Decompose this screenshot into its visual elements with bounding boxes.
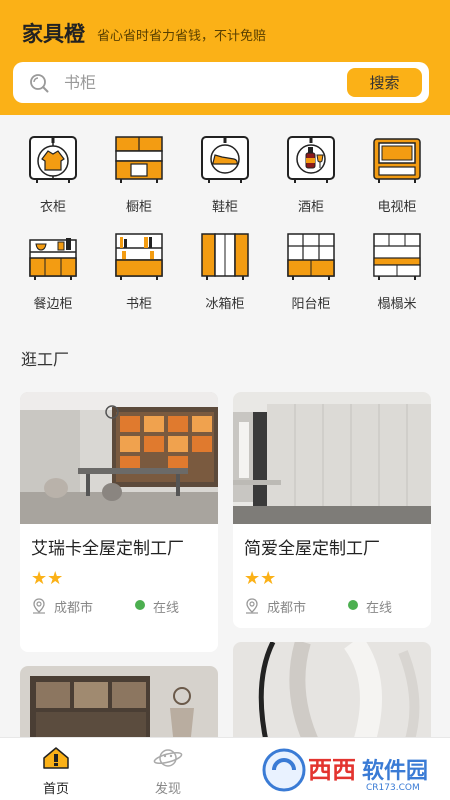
category-label: 电视柜 — [377, 200, 417, 215]
tv-cabinet-icon — [373, 138, 421, 183]
category-bookcase[interactable]: 书柜 — [104, 232, 174, 312]
bookcase-icon — [115, 233, 163, 280]
tatami-icon — [373, 233, 421, 280]
factory-meta: 成都市 在线 — [233, 588, 431, 618]
tab-label: 首页 — [42, 782, 69, 797]
online-status-dot — [348, 600, 358, 610]
factory-city: 成都市 — [267, 601, 307, 616]
factory-meta: 成都市 在线 — [20, 588, 218, 618]
factory-card[interactable] — [20, 666, 218, 746]
category-label: 鞋柜 — [211, 200, 238, 215]
category-fridge-cabinet[interactable]: 冰箱柜 — [190, 232, 260, 312]
search-bar[interactable]: 搜索 — [13, 62, 429, 103]
online-status-dot — [135, 600, 145, 610]
svg-text:CR173.COM: CR173.COM — [366, 783, 420, 793]
watermark-logo: 西西 软件园 CR173.COM — [258, 742, 438, 794]
category-shoe-cabinet[interactable]: 鞋柜 — [190, 135, 260, 215]
search-icon — [30, 74, 49, 93]
factory-city: 成都市 — [54, 601, 94, 616]
category-label: 榻榻米 — [377, 297, 417, 312]
factory-card[interactable] — [233, 642, 431, 746]
factory-card[interactable]: 艾瑞卡全屋定制工厂 ★★ 成都市 在线 — [20, 392, 218, 652]
home-icon — [43, 747, 69, 769]
factory-photo — [233, 392, 431, 524]
planet-icon — [153, 749, 183, 767]
tab-discover[interactable]: 发现 — [138, 746, 198, 797]
category-label: 酒柜 — [297, 200, 324, 215]
wine-cabinet-icon — [287, 136, 335, 183]
wardrobe-icon — [29, 136, 77, 183]
factory-card[interactable]: 简爱全屋定制工厂 ★★ 成都市 在线 — [233, 392, 431, 628]
balcony-cabinet-icon — [287, 233, 335, 280]
fridge-cabinet-icon — [201, 233, 249, 280]
location-pin-icon — [246, 598, 258, 614]
rating-stars: ★★ — [31, 568, 64, 589]
search-input[interactable] — [64, 62, 344, 103]
sideboard-icon — [29, 238, 77, 280]
category-label: 橱柜 — [125, 200, 152, 215]
category-balcony-cabinet[interactable]: 阳台柜 — [276, 232, 346, 312]
category-tv-cabinet[interactable]: 电视柜 — [362, 135, 432, 215]
factory-photo — [233, 642, 431, 746]
shoe-cabinet-icon — [201, 136, 249, 183]
svg-text:软件园: 软件园 — [362, 758, 428, 784]
app-slogan: 省心省时省力省钱，不计免赔 — [97, 29, 267, 44]
search-button[interactable]: 搜索 — [347, 68, 422, 97]
factory-photo — [20, 666, 218, 746]
category-label: 冰箱柜 — [205, 297, 245, 312]
category-label: 书柜 — [125, 297, 152, 312]
rating-stars: ★★ — [244, 568, 277, 589]
top-header: 家具橙 省心省时省力省钱，不计免赔 搜索 — [0, 0, 450, 115]
category-wine-cabinet[interactable]: 酒柜 — [276, 135, 346, 215]
category-label: 衣柜 — [39, 200, 66, 215]
bottom-tab-bar: 首页 发现 西西 软件园 CR173.COM — [0, 737, 450, 800]
category-label: 阳台柜 — [291, 297, 331, 312]
factory-name: 简爱全屋定制工厂 — [244, 539, 380, 559]
category-sideboard[interactable]: 餐边柜 — [18, 232, 88, 312]
factory-photo — [20, 392, 218, 524]
app-brand-title: 家具橙 — [22, 22, 85, 46]
location-pin-icon — [33, 598, 45, 614]
tab-label: 发现 — [154, 782, 181, 797]
online-status: 在线 — [366, 601, 393, 616]
factory-name: 艾瑞卡全屋定制工厂 — [31, 539, 184, 559]
tab-home[interactable]: 首页 — [26, 746, 86, 797]
svg-text:西西: 西西 — [308, 756, 356, 784]
online-status: 在线 — [153, 601, 180, 616]
category-kitchen-cabinet[interactable]: 橱柜 — [104, 135, 174, 215]
category-label: 餐边柜 — [33, 297, 73, 312]
category-wardrobe[interactable]: 衣柜 — [18, 135, 88, 215]
section-title: 逛工厂 — [21, 350, 70, 369]
kitchen-cabinet-icon — [115, 136, 163, 183]
category-tatami[interactable]: 榻榻米 — [362, 232, 432, 312]
